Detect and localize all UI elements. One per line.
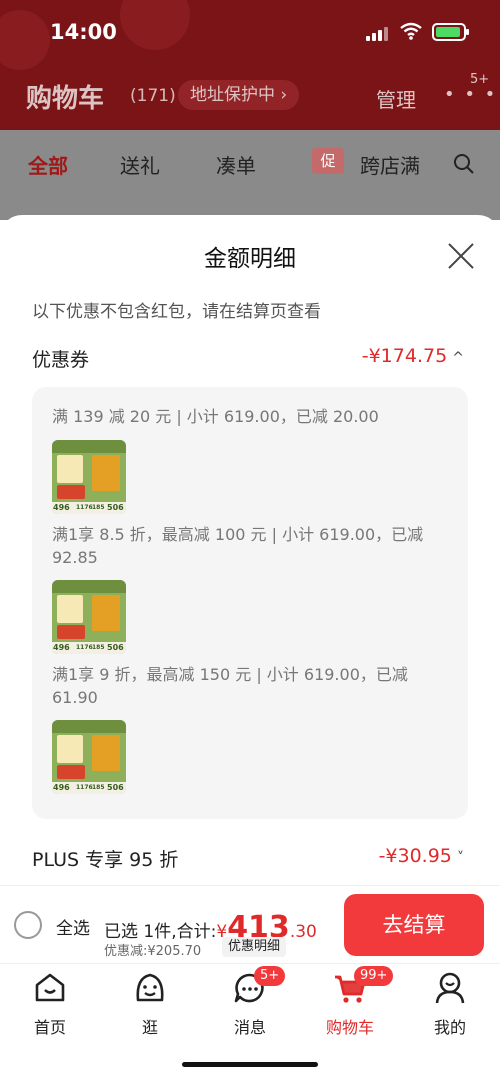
product-thumbnail[interactable]: 496 1176 185 506	[52, 440, 126, 514]
thumb-num: 1176	[76, 504, 93, 511]
select-all-label[interactable]: 全选	[56, 914, 90, 939]
tabbar-label: 逛	[141, 1018, 158, 1037]
cart-tabs: 全部 送礼 凑单 促 跨店满	[0, 130, 500, 220]
signal-icon	[366, 27, 388, 41]
tab-cross-store[interactable]: 跨店满	[360, 150, 420, 179]
thumb-num: 496	[53, 783, 70, 792]
plus-discount-amount: -¥30.95	[378, 845, 452, 867]
plus-discount-toggle[interactable]: -¥30.95 ˅	[379, 845, 464, 867]
tabbar-messages[interactable]: 5+ 消息	[210, 966, 290, 1038]
address-protection-pill[interactable]: 地址保护中 ›	[178, 80, 300, 110]
search-icon[interactable]	[452, 152, 476, 180]
price-decimal: .30	[289, 922, 317, 942]
thumb-num: 506	[107, 783, 124, 792]
tab-all[interactable]: 全部	[28, 150, 68, 179]
thumb-num: 1176	[76, 644, 93, 651]
amount-detail-sheet: 金额明细 以下优惠不包含红包，请在结算页查看 优惠券 -¥174.75 ^ 满 …	[0, 215, 500, 885]
tabbar-label: 我的	[433, 1018, 466, 1037]
decor-balloon	[0, 10, 50, 70]
coupon-label: 优惠券	[32, 349, 90, 371]
coupon-detail-box: 满 139 减 20 元 | 小计 619.00，已减 20.00 496 11…	[32, 387, 468, 819]
browse-face-icon	[132, 970, 168, 1006]
status-time: 14:00	[50, 20, 117, 44]
chevron-up-icon: ^	[452, 350, 464, 366]
decor-balloon	[120, 0, 190, 50]
home-icon	[32, 970, 68, 1006]
thumb-num: 506	[107, 643, 124, 652]
thumb-num: 496	[53, 643, 70, 652]
tabbar-label: 消息	[233, 1018, 266, 1037]
selected-count: 已选 1件,合计:	[104, 922, 217, 942]
product-thumbnail[interactable]: 496 1176 185 506	[52, 580, 126, 654]
messages-badge: 5+	[254, 966, 286, 986]
saved-amount: 优惠减:¥205.70	[104, 944, 202, 959]
more-badge: 5+	[470, 72, 490, 87]
cart-count: (171)	[130, 86, 176, 106]
tabbar-profile[interactable]: 我的	[410, 970, 490, 1038]
thumb-num: 185	[92, 504, 105, 511]
checkout-bar: 全选 已选 1件,合计:¥413.30 优惠减:¥205.70 优惠明细 去结算	[0, 885, 500, 963]
page-title: 购物车	[26, 84, 105, 114]
coupon-line: 满1享 9 折，最高减 150 元 | 小计 619.00，已减 61.90	[52, 665, 408, 707]
coupon-amount: -¥174.75	[361, 345, 448, 367]
tabbar-cart[interactable]: 99+ 购物车	[310, 966, 394, 1038]
discount-detail-button[interactable]: 优惠明细	[222, 937, 287, 957]
promo-badge: 促	[312, 148, 344, 174]
tab-gift[interactable]: 送礼	[120, 150, 160, 179]
product-thumbnail[interactable]: 496 1176 185 506	[52, 720, 126, 794]
cart-icon: 99+	[332, 966, 394, 1006]
tabbar-label: 首页	[33, 1018, 66, 1037]
coupon-line: 满 139 减 20 元 | 小计 619.00，已减 20.00	[52, 407, 379, 426]
tabbar-home[interactable]: 首页	[10, 970, 90, 1038]
chevron-down-icon: ˅	[457, 850, 464, 866]
manage-button[interactable]: 管理	[376, 84, 416, 113]
wifi-icon	[400, 22, 422, 40]
tab-bundle[interactable]: 凑单	[216, 150, 256, 179]
thumb-num: 1176	[76, 784, 93, 791]
tabbar-browse[interactable]: 逛	[110, 970, 190, 1038]
tabbar-label: 购物车	[325, 1018, 374, 1037]
plus-discount-label: PLUS 专享 95 折	[32, 849, 179, 871]
header-bar: 14:00 购物车 (171) 地址保护中 › 管理 • • • 5+	[0, 0, 500, 130]
message-icon: 5+	[232, 966, 286, 1006]
thumb-num: 496	[53, 503, 70, 512]
coupon-line: 满1享 8.5 折，最高减 100 元 | 小计 619.00，已减 92.85	[52, 525, 424, 567]
close-icon[interactable]	[446, 241, 476, 271]
red-packet-hint: 以下优惠不包含红包，请在结算页查看	[32, 302, 321, 322]
address-pill-label: 地址保护中 ›	[190, 85, 288, 105]
select-all-radio[interactable]	[14, 911, 42, 939]
more-icon[interactable]: • • •	[444, 84, 497, 105]
thumb-num: 185	[92, 784, 105, 791]
sheet-title: 金额明细	[204, 246, 296, 272]
cart-badge: 99+	[354, 966, 394, 986]
home-indicator	[182, 1062, 318, 1067]
profile-icon	[432, 970, 468, 1006]
coupon-toggle[interactable]: -¥174.75 ^	[362, 345, 464, 367]
battery-icon	[432, 23, 469, 41]
thumb-num: 185	[92, 644, 105, 651]
thumb-num: 506	[107, 503, 124, 512]
checkout-button[interactable]: 去结算	[344, 894, 484, 956]
